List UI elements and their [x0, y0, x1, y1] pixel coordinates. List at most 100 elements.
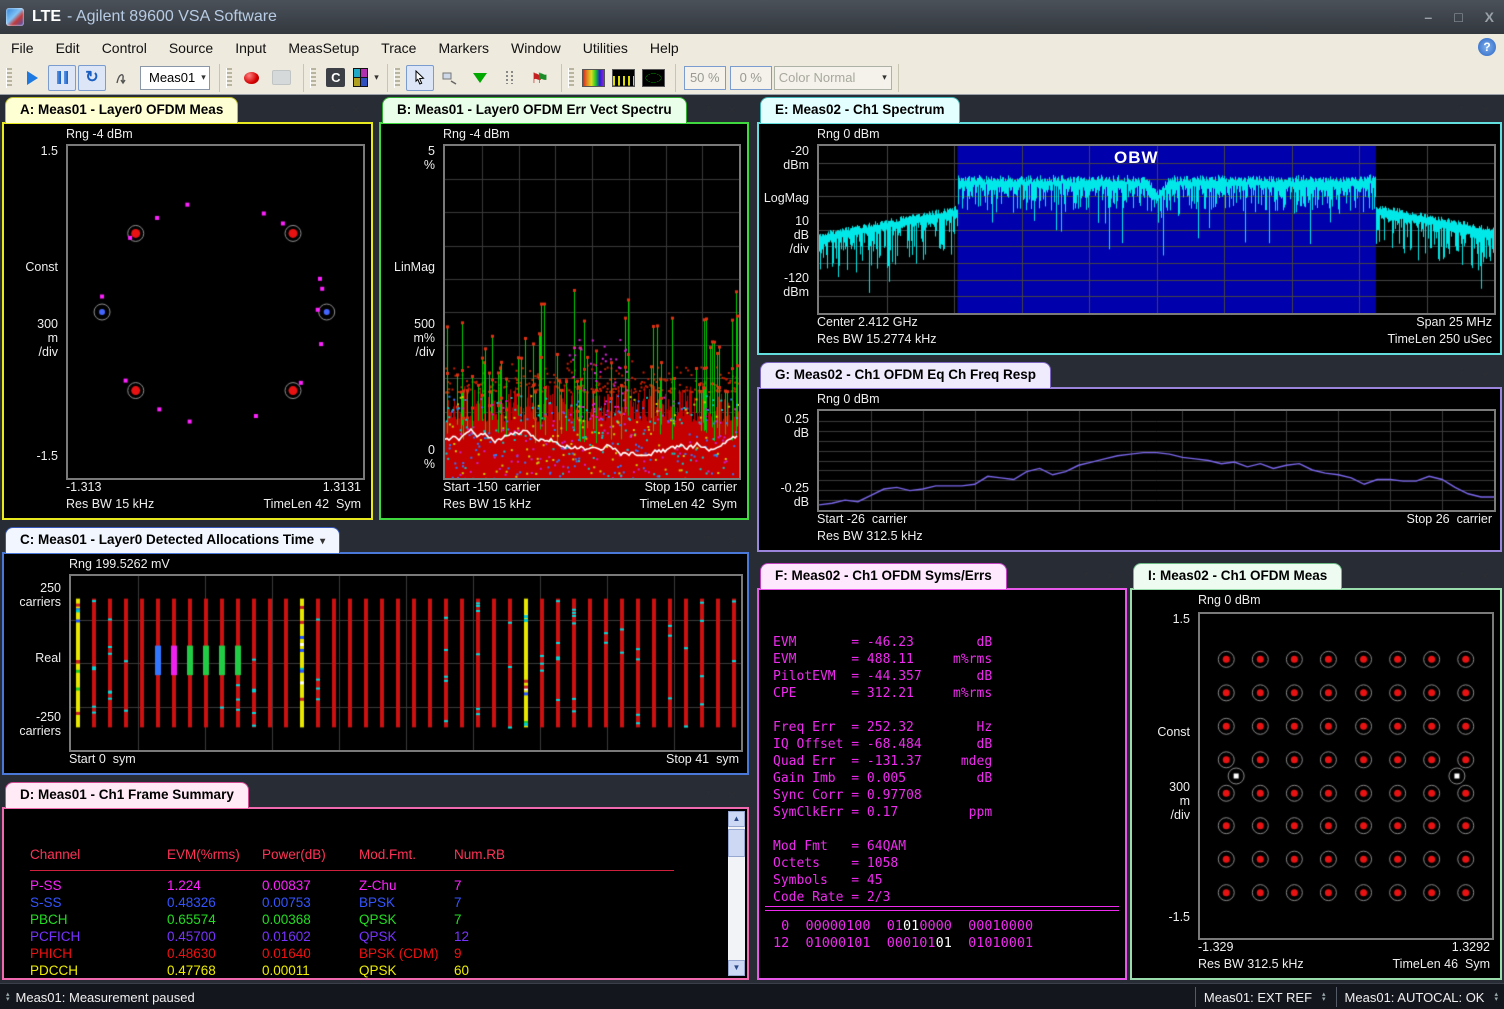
panel-f-tab[interactable]: F: Meas02 - Ch1 OFDM Syms/Errs: [760, 563, 1007, 589]
spectrogram-button[interactable]: [580, 65, 608, 91]
eye-diagram-button[interactable]: [640, 65, 668, 91]
panel-i-tab[interactable]: I: Meas02 - Ch1 OFDM Meas: [1133, 563, 1342, 589]
menu-item-source[interactable]: Source: [158, 36, 224, 60]
panel-menu-icon[interactable]: ▾: [330, 103, 335, 117]
panel-close-icon[interactable]: ✕: [727, 533, 737, 547]
menu-item-control[interactable]: Control: [91, 36, 158, 60]
table-row[interactable]: S-SS0.483260.00753BPSK7: [4, 894, 727, 911]
panel-menu-icon[interactable]: ▾: [1459, 569, 1464, 583]
toolbar-grip[interactable]: [394, 68, 400, 88]
panel-e-tab[interactable]: E: Meas02 - Ch1 Spectrum: [760, 97, 960, 123]
scatter-canvas[interactable]: [68, 146, 363, 478]
panel-close-icon[interactable]: ✕: [351, 103, 361, 117]
record-button[interactable]: [238, 65, 266, 91]
player-button[interactable]: [268, 65, 296, 91]
correction-button[interactable]: C: [322, 65, 350, 91]
table-scrollbar[interactable]: ▲ ▼: [728, 811, 745, 976]
maximize-button[interactable]: □: [1454, 9, 1462, 25]
panel-close-icon[interactable]: ✕: [1480, 103, 1490, 117]
panel-menu-icon[interactable]: ▾: [706, 103, 711, 117]
panel-d-tab[interactable]: D: Meas01 - Ch1 Frame Summary: [5, 782, 249, 808]
panel-close-icon[interactable]: ✕: [1480, 368, 1490, 382]
panel-close-icon[interactable]: ✕: [1105, 569, 1115, 583]
help-icon[interactable]: ?: [1478, 38, 1496, 56]
const64-canvas[interactable]: [1200, 614, 1492, 938]
plot-area: [817, 409, 1496, 512]
menu-item-utilities[interactable]: Utilities: [572, 36, 639, 60]
panel-close-icon[interactable]: ✕: [727, 788, 737, 802]
errvect-canvas[interactable]: [445, 146, 739, 478]
status-spinner-icon[interactable]: ▴▾: [6, 992, 10, 1002]
spectrum-canvas[interactable]: [819, 146, 1494, 313]
footer-labels: Res BW 312.5 kHzTimeLen 46 Sym: [1198, 957, 1490, 971]
window-layout-button[interactable]: ▾: [352, 65, 380, 91]
panel-detected-allocations: C: Meas01 - Layer0 Detected Allocations …: [2, 527, 749, 775]
toolbar-grip[interactable]: [310, 68, 316, 88]
status-spinner-icon[interactable]: ▴▾: [1494, 992, 1498, 1002]
select-tool-button[interactable]: [406, 65, 434, 91]
freq-resp-canvas[interactable]: [819, 411, 1494, 510]
measurement-row: EVM = -46.23 dB: [773, 634, 1117, 651]
restart-button[interactable]: ↻: [78, 65, 106, 91]
color-mode-select[interactable]: Color Normal ▾: [774, 66, 892, 90]
plot-area: [817, 144, 1496, 315]
scroll-up-icon[interactable]: ▲: [728, 811, 745, 827]
toolbar-grip[interactable]: [226, 68, 232, 88]
table-row[interactable]: PHICH0.486300.01640BPSK (CDM)9: [4, 945, 727, 962]
panel-close-icon[interactable]: ✕: [1480, 569, 1490, 583]
band-marker-button[interactable]: [496, 65, 524, 91]
table-row[interactable]: PBCH0.655740.00368QPSK7: [4, 911, 727, 928]
scrollbar-thumb[interactable]: [728, 829, 745, 857]
measurement-row: [773, 702, 1117, 719]
table-row[interactable]: P-SS1.2240.00837Z-Chu7: [4, 877, 727, 894]
y-axis-label: 1.5: [1134, 612, 1190, 626]
allocations-canvas[interactable]: [71, 576, 741, 750]
measurement-row: Quad Err = -131.37 mdeg: [773, 753, 1117, 770]
menu-item-file[interactable]: File: [0, 36, 45, 60]
transparency-field[interactable]: 50 %: [684, 66, 726, 90]
toolbar-grip[interactable]: [6, 68, 12, 88]
panel-ofdm-meas-i: I: Meas02 - Ch1 OFDM Meas ▾✕ Rng 0 dBm1.…: [1130, 563, 1502, 980]
panel-menu-icon[interactable]: ▾: [706, 788, 711, 802]
couple-markers-button[interactable]: ⚑⚑: [526, 65, 554, 91]
menu-item-edit[interactable]: Edit: [45, 36, 91, 60]
panel-menu-icon[interactable]: ▾: [1459, 103, 1464, 117]
marker-move-button[interactable]: [436, 65, 464, 91]
tab-dropdown-icon[interactable]: ▾: [320, 536, 325, 547]
single-trigger-button[interactable]: [108, 65, 136, 91]
panel-menu-icon[interactable]: ▾: [1084, 569, 1089, 583]
measurement-select[interactable]: Meas01 ▾: [140, 66, 210, 90]
play-button[interactable]: [18, 65, 46, 91]
status-bar: ▴▾ Meas01: Measurement paused Meas01: EX…: [0, 983, 1504, 1009]
menu-item-help[interactable]: Help: [639, 36, 690, 60]
status-spinner-icon[interactable]: ▴▾: [1322, 992, 1326, 1002]
scroll-down-icon[interactable]: ▼: [728, 960, 745, 976]
menu-item-input[interactable]: Input: [224, 36, 277, 60]
close-button[interactable]: X: [1485, 9, 1494, 25]
panel-b-tab[interactable]: B: Meas01 - Layer0 OFDM Err Vect Spectru: [382, 97, 687, 123]
menu-item-trace[interactable]: Trace: [370, 36, 427, 60]
menu-item-markers[interactable]: Markers: [427, 36, 500, 60]
menu-item-meassetup[interactable]: MeasSetup: [277, 36, 370, 60]
divider: [1336, 987, 1337, 1007]
marker-button[interactable]: [466, 65, 494, 91]
toolbar-group-display: 50 % 0 % Color Normal ▾: [680, 64, 899, 92]
pause-button[interactable]: [48, 65, 76, 91]
panel-menu-icon[interactable]: ▾: [1459, 368, 1464, 382]
toolbar-group-record: [224, 64, 304, 92]
binary-row: 0 00000100 01010000 00010000: [773, 918, 1117, 935]
panel-close-icon[interactable]: ✕: [727, 103, 737, 117]
menu-item-window[interactable]: Window: [500, 36, 572, 60]
panel-c-tab[interactable]: C: Meas01 - Layer0 Detected Allocations …: [5, 527, 340, 553]
table-row[interactable]: PDCCH0.477680.00011QPSK60: [4, 962, 727, 978]
panel-a-tab[interactable]: A: Meas01 - Layer0 OFDM Meas: [5, 97, 238, 123]
table-row[interactable]: PCFICH0.457000.01602QPSK12: [4, 928, 727, 945]
spectrum-trace-button[interactable]: [610, 65, 638, 91]
toolbar-grip[interactable]: [568, 68, 574, 88]
panel-menu-icon[interactable]: ▾: [706, 533, 711, 547]
y-axis-label: LogMag: [761, 191, 809, 205]
offset-field[interactable]: 0 %: [730, 66, 772, 90]
minimize-button[interactable]: –: [1424, 9, 1432, 25]
panel-g-tab[interactable]: G: Meas02 - Ch1 OFDM Eq Ch Freq Resp: [760, 362, 1051, 388]
y-axis-label: -1.5: [6, 449, 58, 463]
